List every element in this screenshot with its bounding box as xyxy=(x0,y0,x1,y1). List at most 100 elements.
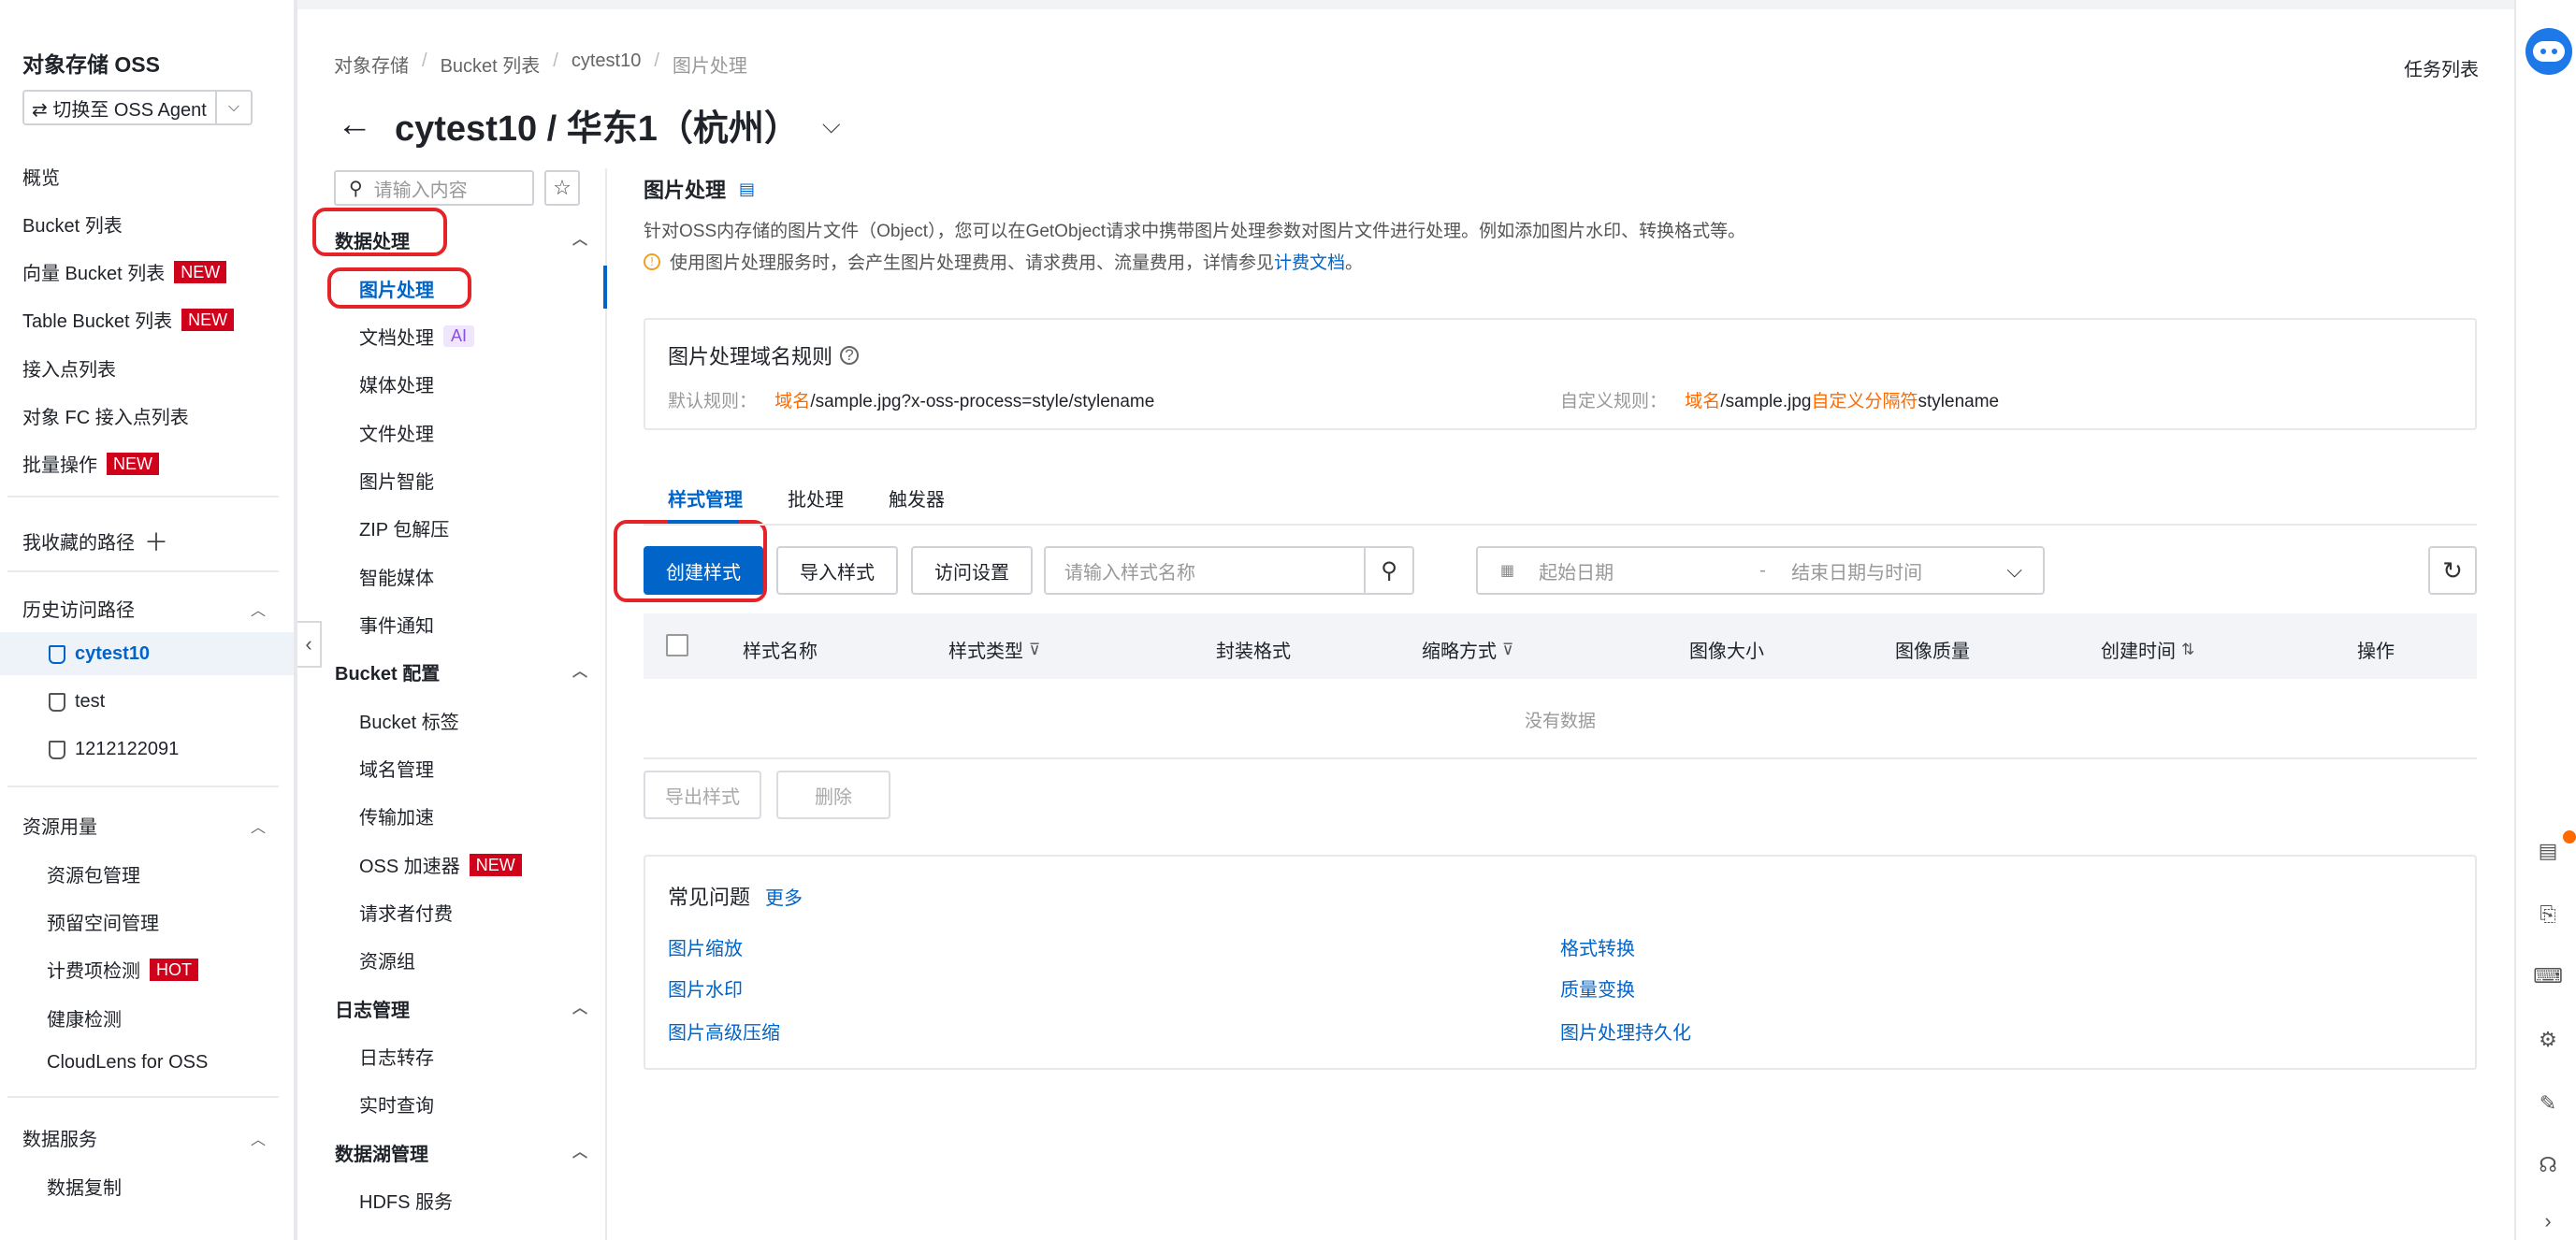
tab-batch[interactable]: 批处理 xyxy=(788,484,844,512)
col-created-time[interactable]: 创建时间 ⇅ xyxy=(2101,636,2194,663)
sidebar-item-bucket-list[interactable]: Bucket 列表 xyxy=(22,210,123,238)
chevron-up-icon[interactable]: ︿ xyxy=(251,1127,266,1149)
col-resize-mode[interactable]: 缩略方式 ⊽ xyxy=(1422,636,1513,663)
support-icon[interactable]: ☊ xyxy=(2535,1152,2561,1178)
submenu-item-file[interactable]: 文件处理 xyxy=(359,419,434,446)
sidebar-item-cloudlens[interactable]: CloudLens for OSS xyxy=(47,1052,208,1074)
submenu-item-image-ai[interactable]: 图片智能 xyxy=(359,467,434,494)
sidebar-item-fc-access-points[interactable]: 对象 FC 接入点列表 xyxy=(22,402,189,429)
chevron-down-icon[interactable]: ⌵ xyxy=(2006,558,2022,583)
chevron-down-icon[interactable]: ⌵ xyxy=(215,92,251,123)
resource-group[interactable]: 资源用量 ︿ xyxy=(22,812,266,839)
favorites-path[interactable]: 我收藏的路径 ＋ xyxy=(22,524,168,558)
sidebar-item-table-bucket[interactable]: Table Bucket 列表 NEW xyxy=(22,306,235,333)
star-icon[interactable]: ☆ xyxy=(544,170,580,206)
submenu-item-bucket-tags[interactable]: Bucket 标签 xyxy=(359,707,459,734)
document-icon[interactable]: ▤ xyxy=(2535,838,2561,864)
chevron-up-icon[interactable]: ︿ xyxy=(572,226,587,253)
submenu-item-zip[interactable]: ZIP 包解压 xyxy=(359,514,449,541)
submenu-group-datalake[interactable]: 数据湖管理 ︿ xyxy=(335,1139,587,1166)
breadcrumb-item[interactable]: Bucket 列表 xyxy=(441,50,541,78)
submenu-item-label[interactable]: 传输加速 xyxy=(359,802,434,829)
sidebar-item-label[interactable]: 对象 FC 接入点列表 xyxy=(22,402,189,429)
submenu-group-log[interactable]: 日志管理 ︿ xyxy=(335,995,587,1022)
chevron-up-icon[interactable]: ︿ xyxy=(572,658,587,685)
history-item[interactable]: cytest10 xyxy=(49,643,150,665)
submenu-item-label[interactable]: 媒体处理 xyxy=(359,370,434,397)
billing-doc-link[interactable]: 计费文档 xyxy=(1274,253,1345,273)
sidebar-item-billing-check[interactable]: 计费项检测 HOT xyxy=(47,956,198,983)
create-style-button[interactable]: 创建样式 xyxy=(644,546,763,595)
faq-link[interactable]: 图片处理持久化 xyxy=(1560,1017,1691,1045)
search-icon[interactable]: ⚲ xyxy=(1364,548,1412,593)
submenu-item-hdfs[interactable]: HDFS 服务 xyxy=(359,1187,453,1214)
submenu-item-label[interactable]: 文件处理 xyxy=(359,419,434,446)
sidebar-item-label[interactable]: 概览 xyxy=(22,163,60,190)
history-title[interactable]: 历史访问路径 xyxy=(22,595,135,622)
history-item-label[interactable]: cytest10 xyxy=(75,643,150,665)
submenu-item-label[interactable]: 资源组 xyxy=(359,946,415,973)
doc-icon[interactable]: ▤ xyxy=(739,180,755,199)
history-item[interactable]: test xyxy=(49,691,105,713)
submenu-item-label[interactable]: 域名管理 xyxy=(359,755,434,782)
sidebar-item-label[interactable]: 计费项检测 xyxy=(47,956,140,983)
submenu-item-label[interactable]: Bucket 标签 xyxy=(359,707,459,734)
faq-link[interactable]: 格式转换 xyxy=(1560,933,1635,960)
sidebar-item-label[interactable]: 数据复制 xyxy=(47,1173,122,1200)
submenu-item-resource-group[interactable]: 资源组 xyxy=(359,946,415,973)
submenu-item-realtime-query[interactable]: 实时查询 xyxy=(359,1090,434,1117)
breadcrumb-item[interactable]: 对象存储 xyxy=(334,50,409,78)
delete-button[interactable]: 删除 xyxy=(776,771,890,819)
tab-trigger[interactable]: 触发器 xyxy=(889,484,945,512)
faq-link[interactable]: 质量变换 xyxy=(1560,974,1635,1002)
submenu-group-title[interactable]: 数据湖管理 xyxy=(335,1139,428,1166)
sidebar-item-label[interactable]: 向量 Bucket 列表 xyxy=(22,258,165,285)
faq-link[interactable]: 图片高级压缩 xyxy=(668,1017,780,1045)
submenu-item-transfer-accel[interactable]: 传输加速 xyxy=(359,802,434,829)
submenu-item-oss-accelerator[interactable]: OSS 加速器 NEW xyxy=(359,851,522,878)
sidebar-item-health-check[interactable]: 健康检测 xyxy=(47,1004,122,1031)
sidebar-item-data-replication[interactable]: 数据复制 xyxy=(47,1173,122,1200)
history-item[interactable]: 1212122091 xyxy=(49,739,179,760)
history-group[interactable]: 历史访问路径 ︿ xyxy=(22,595,266,622)
plus-icon[interactable]: ＋ xyxy=(144,524,168,558)
sidebar-item-label[interactable]: Table Bucket 列表 xyxy=(22,306,172,333)
select-all-checkbox[interactable] xyxy=(666,634,688,656)
breadcrumb-item[interactable]: cytest10 xyxy=(572,50,641,78)
faq-link[interactable]: 图片缩放 xyxy=(668,933,743,960)
collapse-sidebar-button[interactable]: ‹ xyxy=(297,621,322,668)
sidebar-item-label[interactable]: CloudLens for OSS xyxy=(47,1052,208,1074)
style-name-input[interactable]: 请输入样式名称 xyxy=(1046,557,1364,584)
style-name-search[interactable]: 请输入样式名称 ⚲ xyxy=(1044,546,1414,595)
submenu-group-title[interactable]: 日志管理 xyxy=(335,995,410,1022)
submenu-item-label[interactable]: 请求者付费 xyxy=(359,899,453,926)
chevron-down-icon[interactable]: ⌵ xyxy=(822,110,841,140)
submenu-item-requester-pays[interactable]: 请求者付费 xyxy=(359,899,453,926)
submenu-item-label[interactable]: OSS 加速器 xyxy=(359,851,460,878)
data-service-title[interactable]: 数据服务 xyxy=(22,1124,97,1151)
faq-link[interactable]: 图片水印 xyxy=(668,974,743,1002)
sidebar-item-reserved-space[interactable]: 预留空间管理 xyxy=(47,908,159,935)
submenu-item-label[interactable]: HDFS 服务 xyxy=(359,1187,453,1214)
start-date-input[interactable]: 起始日期 xyxy=(1539,557,1759,584)
submenu-item-label[interactable]: 事件通知 xyxy=(359,611,434,638)
sidebar-item-label[interactable]: 健康检测 xyxy=(47,1004,122,1031)
resource-title[interactable]: 资源用量 xyxy=(22,812,97,839)
task-list-link[interactable]: 任务列表 xyxy=(2404,54,2479,81)
tab-style-management[interactable]: 样式管理 xyxy=(668,484,743,512)
import-style-button[interactable]: 导入样式 xyxy=(776,546,898,595)
sidebar-item-access-points[interactable]: 接入点列表 xyxy=(22,354,116,382)
submenu-search-placeholder[interactable]: 请输入内容 xyxy=(374,175,468,202)
agent-switch[interactable]: ⇄ 切换至 OSS Agent ⌵ xyxy=(22,90,253,125)
submenu-item-label[interactable]: ZIP 包解压 xyxy=(359,514,449,541)
chevron-up-icon[interactable]: ︿ xyxy=(251,598,266,620)
sidebar-item-batch[interactable]: 批量操作 NEW xyxy=(22,450,159,477)
submenu-item-log-dump[interactable]: 日志转存 xyxy=(359,1043,434,1070)
submenu-item-label[interactable]: 智能媒体 xyxy=(359,563,434,590)
submenu-item-label[interactable]: 实时查询 xyxy=(359,1090,434,1117)
submenu-item-smart-media[interactable]: 智能媒体 xyxy=(359,563,434,590)
sidebar-item-overview[interactable]: 概览 xyxy=(22,163,60,190)
chevron-right-icon[interactable]: › xyxy=(2535,1208,2561,1234)
history-item-label[interactable]: 1212122091 xyxy=(75,739,179,760)
terminal-icon[interactable]: ⌨ xyxy=(2533,963,2563,989)
